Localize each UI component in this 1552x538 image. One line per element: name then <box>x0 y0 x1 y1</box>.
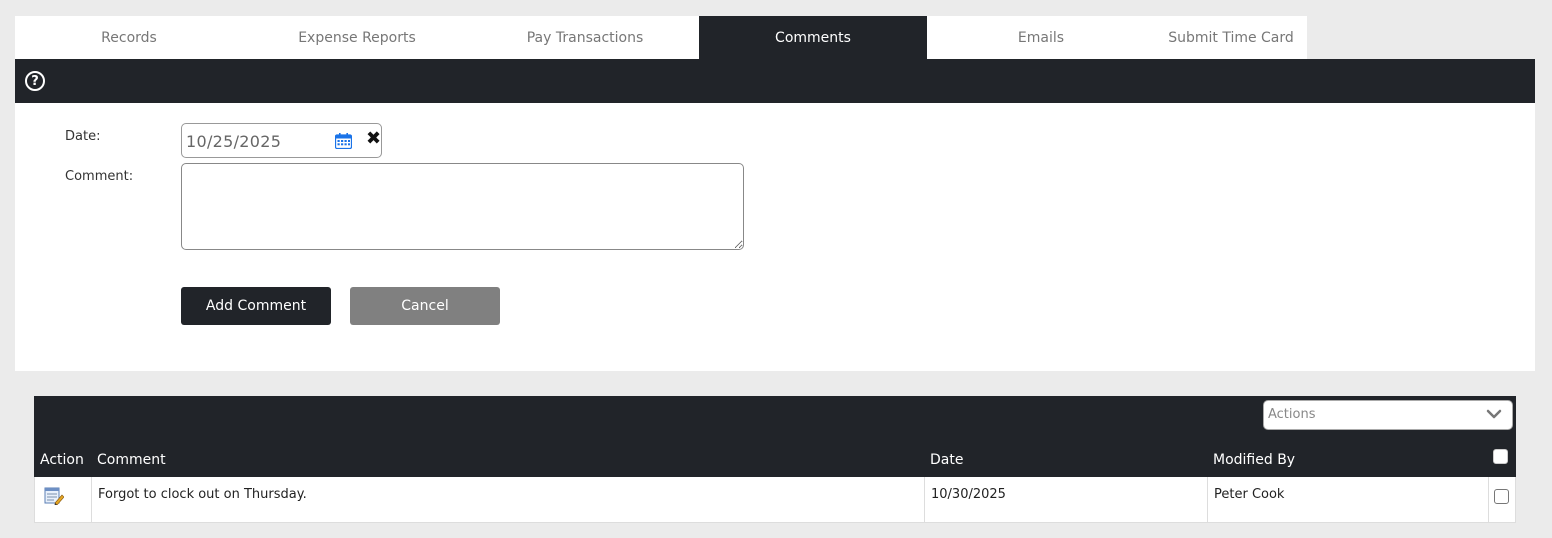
date-label: Date: <box>65 129 101 144</box>
calendar-icon[interactable] <box>335 133 352 149</box>
row-modified-by-cell: Peter Cook <box>1208 477 1489 522</box>
tab-records[interactable]: Records <box>15 16 243 59</box>
comment-textarea[interactable] <box>181 163 744 250</box>
date-value[interactable]: 10/25/2025 <box>186 132 281 151</box>
close-icon[interactable]: ✖ <box>366 130 381 148</box>
tab-emails[interactable]: Emails <box>927 16 1155 59</box>
column-header-action: Action <box>40 452 84 468</box>
column-header-modified-by[interactable]: Modified By <box>1213 452 1295 468</box>
row-modified-by-text: Peter Cook <box>1214 487 1285 502</box>
comment-form: Date: 10/25/2025 ✖ Comment: Add Comment … <box>15 103 1535 371</box>
toolbar: ? <box>15 59 1535 103</box>
row-comment-text: Forgot to clock out on Thursday. <box>98 487 307 502</box>
comments-grid-header: Actions Action Comment Date Modified By <box>34 396 1516 477</box>
tab-bar: Records Expense Reports Pay Transactions… <box>15 16 1307 59</box>
add-comment-button[interactable]: Add Comment <box>181 287 331 325</box>
comment-label: Comment: <box>65 169 134 184</box>
select-all-checkbox[interactable] <box>1493 449 1508 464</box>
question-circle-icon[interactable]: ? <box>25 71 45 91</box>
row-date-cell: 10/30/2025 <box>925 477 1208 522</box>
tab-comments[interactable]: Comments <box>699 16 927 59</box>
date-field[interactable]: 10/25/2025 ✖ <box>181 123 382 158</box>
actions-dropdown-label: Actions <box>1268 407 1316 422</box>
row-date-text: 10/30/2025 <box>931 487 1006 502</box>
edit-note-icon[interactable] <box>44 487 64 505</box>
cancel-button[interactable]: Cancel <box>350 287 500 325</box>
chevron-down-icon[interactable] <box>1486 408 1502 420</box>
row-checkbox[interactable] <box>1494 489 1509 504</box>
actions-dropdown[interactable]: Actions <box>1263 400 1513 430</box>
tab-submit-time-card[interactable]: Submit Time Card <box>1155 16 1307 59</box>
row-action-cell <box>35 477 92 522</box>
row-comment-cell: Forgot to clock out on Thursday. <box>92 477 925 522</box>
column-header-date[interactable]: Date <box>930 452 963 468</box>
tab-expense-reports[interactable]: Expense Reports <box>243 16 471 59</box>
table-row: Forgot to clock out on Thursday. 10/30/2… <box>34 477 1516 523</box>
column-header-comment[interactable]: Comment <box>97 452 166 468</box>
tab-pay-transactions[interactable]: Pay Transactions <box>471 16 699 59</box>
